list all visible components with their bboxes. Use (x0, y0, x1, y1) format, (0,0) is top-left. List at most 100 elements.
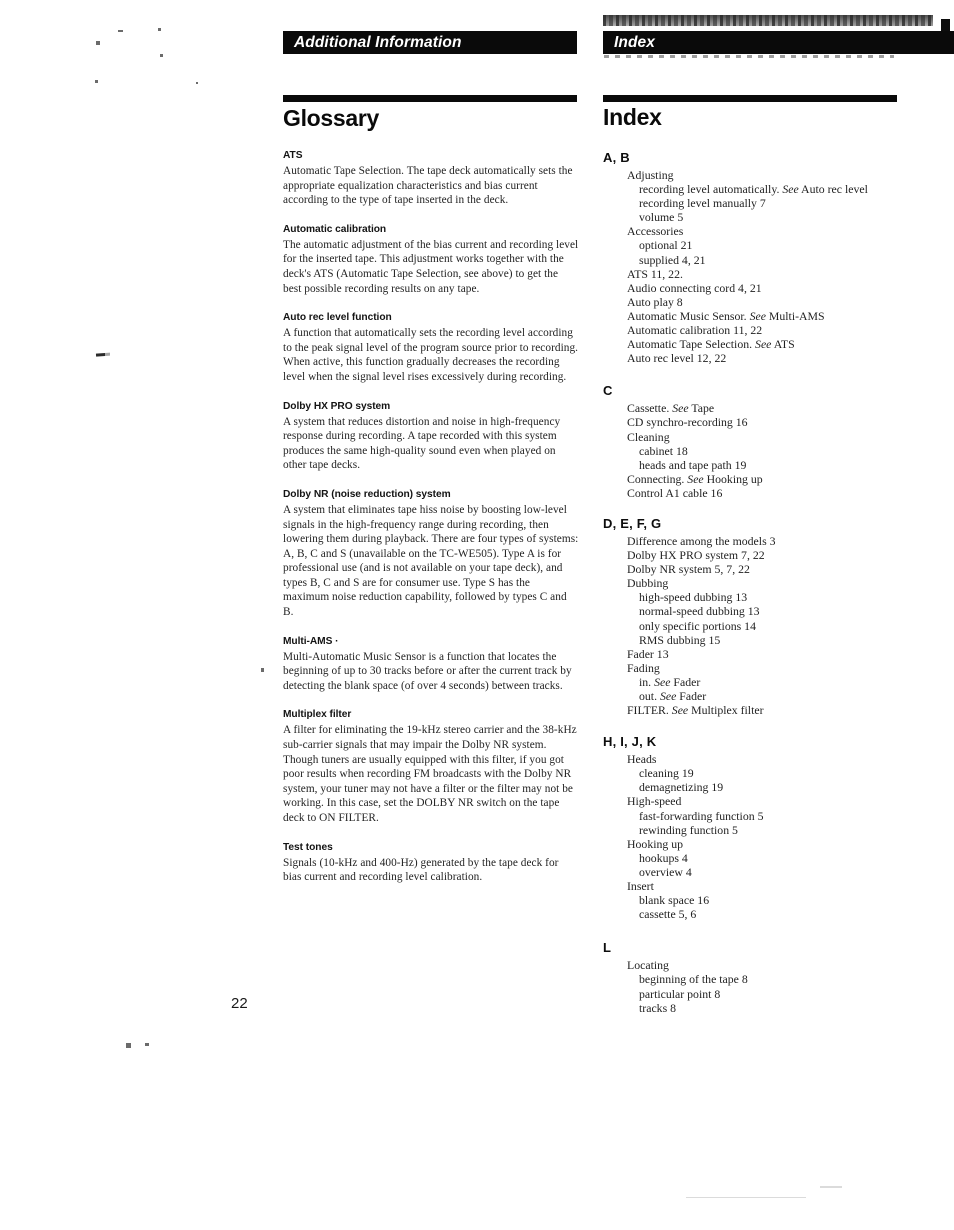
index-entry: High-speed (627, 794, 682, 809)
index-entry: beginning of the tape 8 (639, 972, 748, 987)
index-entry: CD synchro-recording 16 (627, 415, 748, 430)
index-body: A, B Adjusting recording level automatical… (603, 150, 903, 1019)
index-entry: Audio connecting cord 4, 21 (627, 280, 762, 295)
index-entry: Locating (627, 958, 669, 973)
index-group-letter: D, E, F, G (603, 515, 662, 531)
index-entry: high-speed dubbing 13 (639, 590, 748, 605)
scan-smudge-artifact-secondary (604, 55, 894, 58)
index-entry: Accessories (627, 224, 684, 239)
glossary-term: Multi-AMS · (283, 635, 339, 647)
index-entry: Cassette. See Tape (627, 401, 715, 416)
see-reference-label: See (671, 703, 689, 718)
index-entry: Fader 13 (627, 646, 669, 661)
see-reference-label: See (755, 337, 772, 352)
glossary-term: Dolby HX PRO system (283, 400, 391, 412)
index-entry: Control A1 cable 16 (627, 485, 723, 500)
glossary-definition: Multi-Automatic Music Sensor is a functi… (283, 650, 572, 692)
index-group: D, E, F, G Difference among the models 3D… (603, 516, 903, 717)
glossary-term: Multiplex filter (283, 709, 352, 721)
glossary-entry: Auto rec level function A function that a… (283, 312, 579, 384)
index-entry: ATS 11, 22. (627, 266, 683, 281)
glossary-definition: A system that reduces distortion and noi… (283, 415, 561, 472)
index-entry: Cleaning (627, 429, 670, 444)
see-reference-label: See (672, 401, 689, 416)
glossary-definition: Automatic Tape Selection. The tape deck … (283, 165, 573, 207)
glossary-term: Automatic calibration (283, 223, 387, 235)
index-entry: Hooking up (627, 836, 684, 851)
manual-page: Additional Information Index Glossary In… (0, 0, 954, 1230)
index-group: H, I, J, K Heads cleaning 19 demagnetizing … (603, 734, 903, 921)
index-group-letter: L (603, 940, 612, 956)
scan-speckle (95, 80, 98, 83)
see-reference-label: See (782, 182, 799, 197)
index-group: A, B Adjusting recording level automatical… (603, 150, 903, 365)
index-entry: normal-speed dubbing 13 (639, 604, 760, 619)
scan-speckle (96, 41, 100, 45)
scan-speckle (261, 668, 264, 672)
index-entry: cleaning 19 (639, 766, 694, 781)
glossary-term: Auto rec level function (283, 312, 392, 324)
index-entry: Auto rec level 12, 22 (627, 351, 727, 366)
page-number: 22 (231, 995, 248, 1012)
scan-dash-artifact (95, 352, 115, 357)
index-group-letter: C (603, 383, 613, 399)
glossary-title: Glossary (283, 105, 380, 131)
index-entry: Heads (627, 752, 657, 767)
glossary-term: Test tones (283, 841, 333, 853)
scan-speckle (126, 1043, 131, 1048)
glossary-entry: Dolby NR (noise reduction) system A syste… (283, 489, 579, 620)
glossary-body: ATS Automatic Tape Selection. The tape de… (283, 150, 579, 901)
index-entry: cabinet 18 (639, 443, 688, 458)
index-entry-list: Difference among the models 3 Dolby HX PR… (603, 534, 903, 717)
index-section-rule (603, 95, 897, 102)
index-entry: Difference among the models 3 (627, 533, 776, 548)
index-entry: Adjusting (627, 168, 674, 182)
see-reference-label: See (749, 308, 766, 323)
index-entry: only specific portions 14 (639, 618, 756, 633)
index-entry-list: Heads cleaning 19 demagnetizing 19 High-spe… (603, 752, 903, 921)
index-entry: overview 4 (639, 864, 692, 879)
index-title: Index (603, 104, 662, 130)
index-group: L Locating beginning of the tape 8 particul… (603, 940, 903, 1014)
glossary-definition: The automatic adjustment of the bias cur… (283, 238, 579, 295)
index-entry: out. See Fader (639, 689, 707, 703)
glossary-term: Dolby NR (noise reduction) system (283, 488, 451, 500)
index-entry: Connecting. See Hooking up (627, 471, 763, 486)
index-entry: Insert (627, 879, 654, 894)
index-entry: Fading (627, 660, 660, 675)
index-entry: rewinding function 5 (639, 822, 738, 837)
index-entry: heads and tape path 19 (639, 457, 747, 472)
scan-speckle (196, 82, 198, 84)
index-entry: supplied 4, 21 (639, 252, 706, 267)
scan-faint-line (686, 1197, 806, 1198)
glossary-term: ATS (283, 150, 303, 161)
glossary-entry: Test tones Signals (10-kHz and 400-Hz) ge… (283, 842, 579, 885)
running-head-left: Additional Information (283, 31, 577, 54)
index-entry: Dolby HX PRO system 7, 22 (627, 548, 765, 563)
index-entry: Automatic Tape Selection. See ATS (627, 337, 795, 352)
index-group-letter: A, B (603, 150, 630, 165)
glossary-definition: Signals (10-kHz and 400-Hz) generated by… (283, 856, 559, 884)
index-entry: Dubbing (627, 576, 669, 591)
scan-faint-line (820, 1186, 842, 1188)
see-reference-label: See (687, 471, 704, 486)
index-group-letter: H, I, J, K (603, 734, 657, 750)
index-entry: recording level manually 7 (639, 196, 766, 211)
scan-speckle (145, 1043, 149, 1046)
running-head-right: Index (603, 31, 954, 54)
index-entry-list: Cassette. See Tape CD synchro-recording 1… (603, 401, 903, 500)
index-entry: Dolby NR system 5, 7, 22 (627, 562, 750, 577)
scan-speckle (118, 30, 123, 32)
index-entry-list: Adjusting recording level automatically. … (603, 168, 903, 365)
scan-speckle (158, 28, 161, 31)
index-entry-list: Locating beginning of the tape 8 particula… (603, 958, 903, 1014)
index-entry: volume 5 (639, 210, 684, 225)
index-entry: Automatic calibration 11, 22 (627, 323, 763, 338)
glossary-definition: A function that automatically sets the r… (283, 327, 579, 383)
index-entry: Auto play 8 (627, 294, 683, 309)
index-entry: cassette 5, 6 (639, 907, 697, 922)
scan-speckle (160, 54, 163, 57)
index-entry: optional 21 (639, 238, 693, 253)
glossary-entry: Multiplex filter A filter for eliminating… (283, 709, 579, 825)
index-entry: RMS dubbing 15 (639, 632, 721, 647)
